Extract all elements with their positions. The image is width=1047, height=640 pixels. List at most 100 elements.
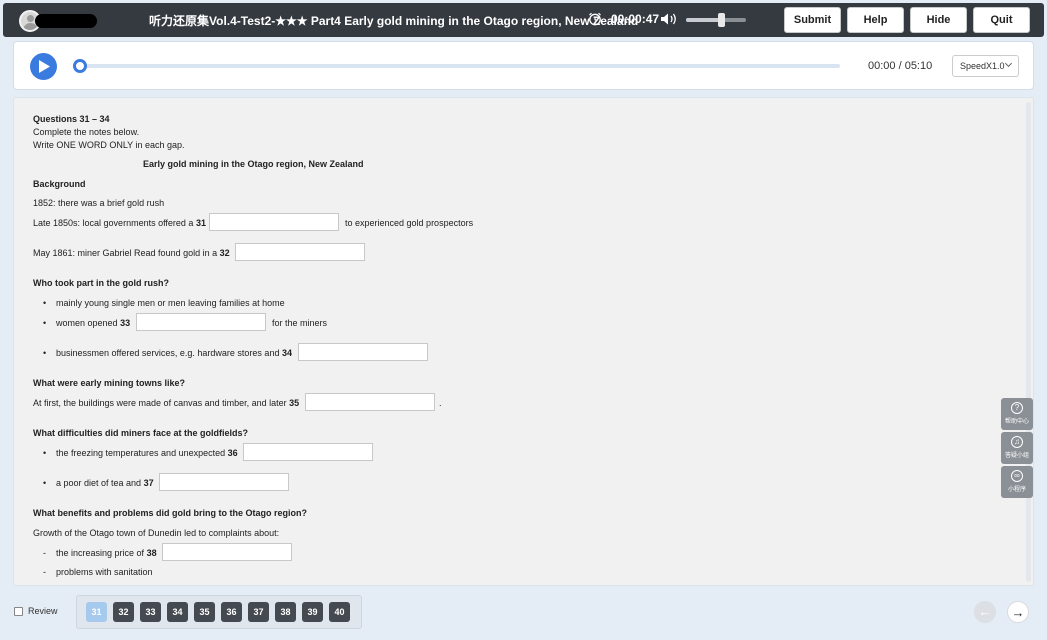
bullet-icon: • [43,318,47,328]
gap-38[interactable] [162,543,292,562]
volume-slider-fill [686,18,719,22]
heading-benefits: What benefits and problems did gold brin… [33,508,307,518]
question-button-31[interactable]: 31 [86,602,107,622]
speed-value: SpeedX1.0 [960,61,1005,71]
gap-33[interactable] [136,313,266,332]
gap-34[interactable] [298,343,428,362]
volume-icon[interactable] [660,12,678,26]
volume-slider-track[interactable] [686,18,746,22]
question-button-37[interactable]: 37 [248,602,269,622]
question-button-35[interactable]: 35 [194,602,215,622]
bullet-icon: • [43,348,47,358]
text-women: women opened 33 [56,318,131,328]
text-1861: May 1861: miner Gabriel Read found gold … [33,248,230,258]
question-navigator: 31 32 33 34 35 36 37 38 39 40 [76,595,362,629]
text-1852: 1852: there was a brief gold rush [33,198,165,208]
text-towns: At first, the buildings were made of can… [33,398,300,408]
gap-37[interactable] [159,473,289,492]
gap-number-31: 31 [195,218,206,228]
question-button-34[interactable]: 34 [167,602,188,622]
dash-icon: - [43,548,46,558]
gap-number-35: 35 [289,398,300,408]
review-checkbox[interactable] [14,607,23,616]
text-sanitation: problems with sanitation [56,567,153,577]
gap-31[interactable] [209,213,339,232]
next-button[interactable]: → [1007,601,1029,623]
question-button-40[interactable]: 40 [329,602,350,622]
volume-slider-handle[interactable] [718,13,725,27]
text-1850s-before: Late 1850s: local governments offered a … [33,218,206,228]
questions-heading: Questions 31 – 34 [33,114,110,124]
mini-program-button[interactable]: ∞ 小程序 [1001,466,1033,498]
heading-difficulties: What difficulties did miners face at the… [33,428,249,438]
quit-button[interactable]: Quit [973,7,1030,33]
text-business: businessmen offered services, e.g. hardw… [56,348,292,358]
text-freezing: the freezing temperatures and unexpected… [56,448,238,458]
gap-input-36[interactable] [244,446,372,462]
question-button-36[interactable]: 36 [221,602,242,622]
gap-input-34[interactable] [299,346,427,362]
play-icon [39,60,50,73]
gap-input-35[interactable] [306,396,434,412]
text-diet: a poor diet of tea and 37 [56,478,154,488]
bullet-icon: • [43,448,47,458]
mini-program-icon: ∞ [1011,470,1023,482]
gap-35[interactable] [305,393,435,412]
prev-button[interactable]: ← [974,601,996,623]
review-label: Review [28,606,58,616]
speed-select[interactable]: SpeedX1.0 [952,55,1019,77]
play-button[interactable] [30,53,57,80]
help-center-label: 帮助中心 [1004,419,1029,425]
question-button-38[interactable]: 38 [275,602,296,622]
gap-number-36: 36 [227,448,238,458]
gap-36[interactable] [243,443,373,462]
gap-number-33: 33 [120,318,131,328]
gap-number-37: 37 [143,478,154,488]
text-women-after: for the miners [272,318,328,328]
audio-progress-track[interactable] [80,64,840,68]
countdown-timer: 00:00:47 [611,12,660,26]
notes-title: Early gold mining in the Otago region, N… [143,159,364,169]
redacted-username [35,14,97,28]
bullet-icon: • [43,298,47,308]
gap-input-32[interactable] [236,246,364,262]
help-center-button[interactable]: ? 帮助中心 [1001,398,1033,430]
qa-group-label: 答疑小组 [1004,453,1029,459]
gap-number-32: 32 [219,248,230,258]
gap-input-33[interactable] [137,316,265,332]
scrollbar[interactable] [1026,102,1031,582]
page-title: 听力还原集Vol.4-Test2-★★★ Part4 Early gold mi… [149,14,639,28]
audio-progress-handle[interactable] [73,59,87,73]
headset-icon: ♫ [1011,436,1023,448]
top-bar: 听力还原集Vol.4-Test2-★★★ Part4 Early gold mi… [3,3,1044,37]
instruction-2: Write ONE WORD ONLY in each gap. [33,140,185,150]
alarm-clock-icon [589,12,601,26]
question-panel: Questions 31 – 34 Complete the notes bel… [13,97,1034,586]
gap-number-34: 34 [281,348,292,358]
help-button[interactable]: Help [847,7,904,33]
bullet-icon: • [43,478,47,488]
dash-icon: - [43,567,46,577]
gap-number-38: 38 [146,548,157,558]
hide-button[interactable]: Hide [910,7,967,33]
question-button-32[interactable]: 32 [113,602,134,622]
mini-program-label: 小程序 [1007,487,1026,493]
heading-who: Who took part in the gold rush? [33,278,169,288]
qa-group-button[interactable]: ♫ 答疑小组 [1001,432,1033,464]
gap-input-37[interactable] [160,476,288,492]
arrow-left-icon: ← [978,604,992,619]
gap-32[interactable] [235,243,365,262]
text-dunedin: Growth of the Otago town of Dunedin led … [33,528,280,538]
instruction-1: Complete the notes below. [33,127,140,137]
audio-time: 00:00 / 05:10 [868,60,933,72]
text-1850s-after: to experienced gold prospectors [345,218,474,228]
submit-button[interactable]: Submit [784,7,841,33]
question-circle-icon: ? [1011,402,1023,414]
gap-input-38[interactable] [163,546,291,562]
question-button-39[interactable]: 39 [302,602,323,622]
heading-towns: What were early mining towns like? [33,378,186,388]
text-towns-end: . [439,398,442,408]
heading-background: Background [33,179,86,189]
question-button-33[interactable]: 33 [140,602,161,622]
gap-input-31[interactable] [210,216,338,232]
